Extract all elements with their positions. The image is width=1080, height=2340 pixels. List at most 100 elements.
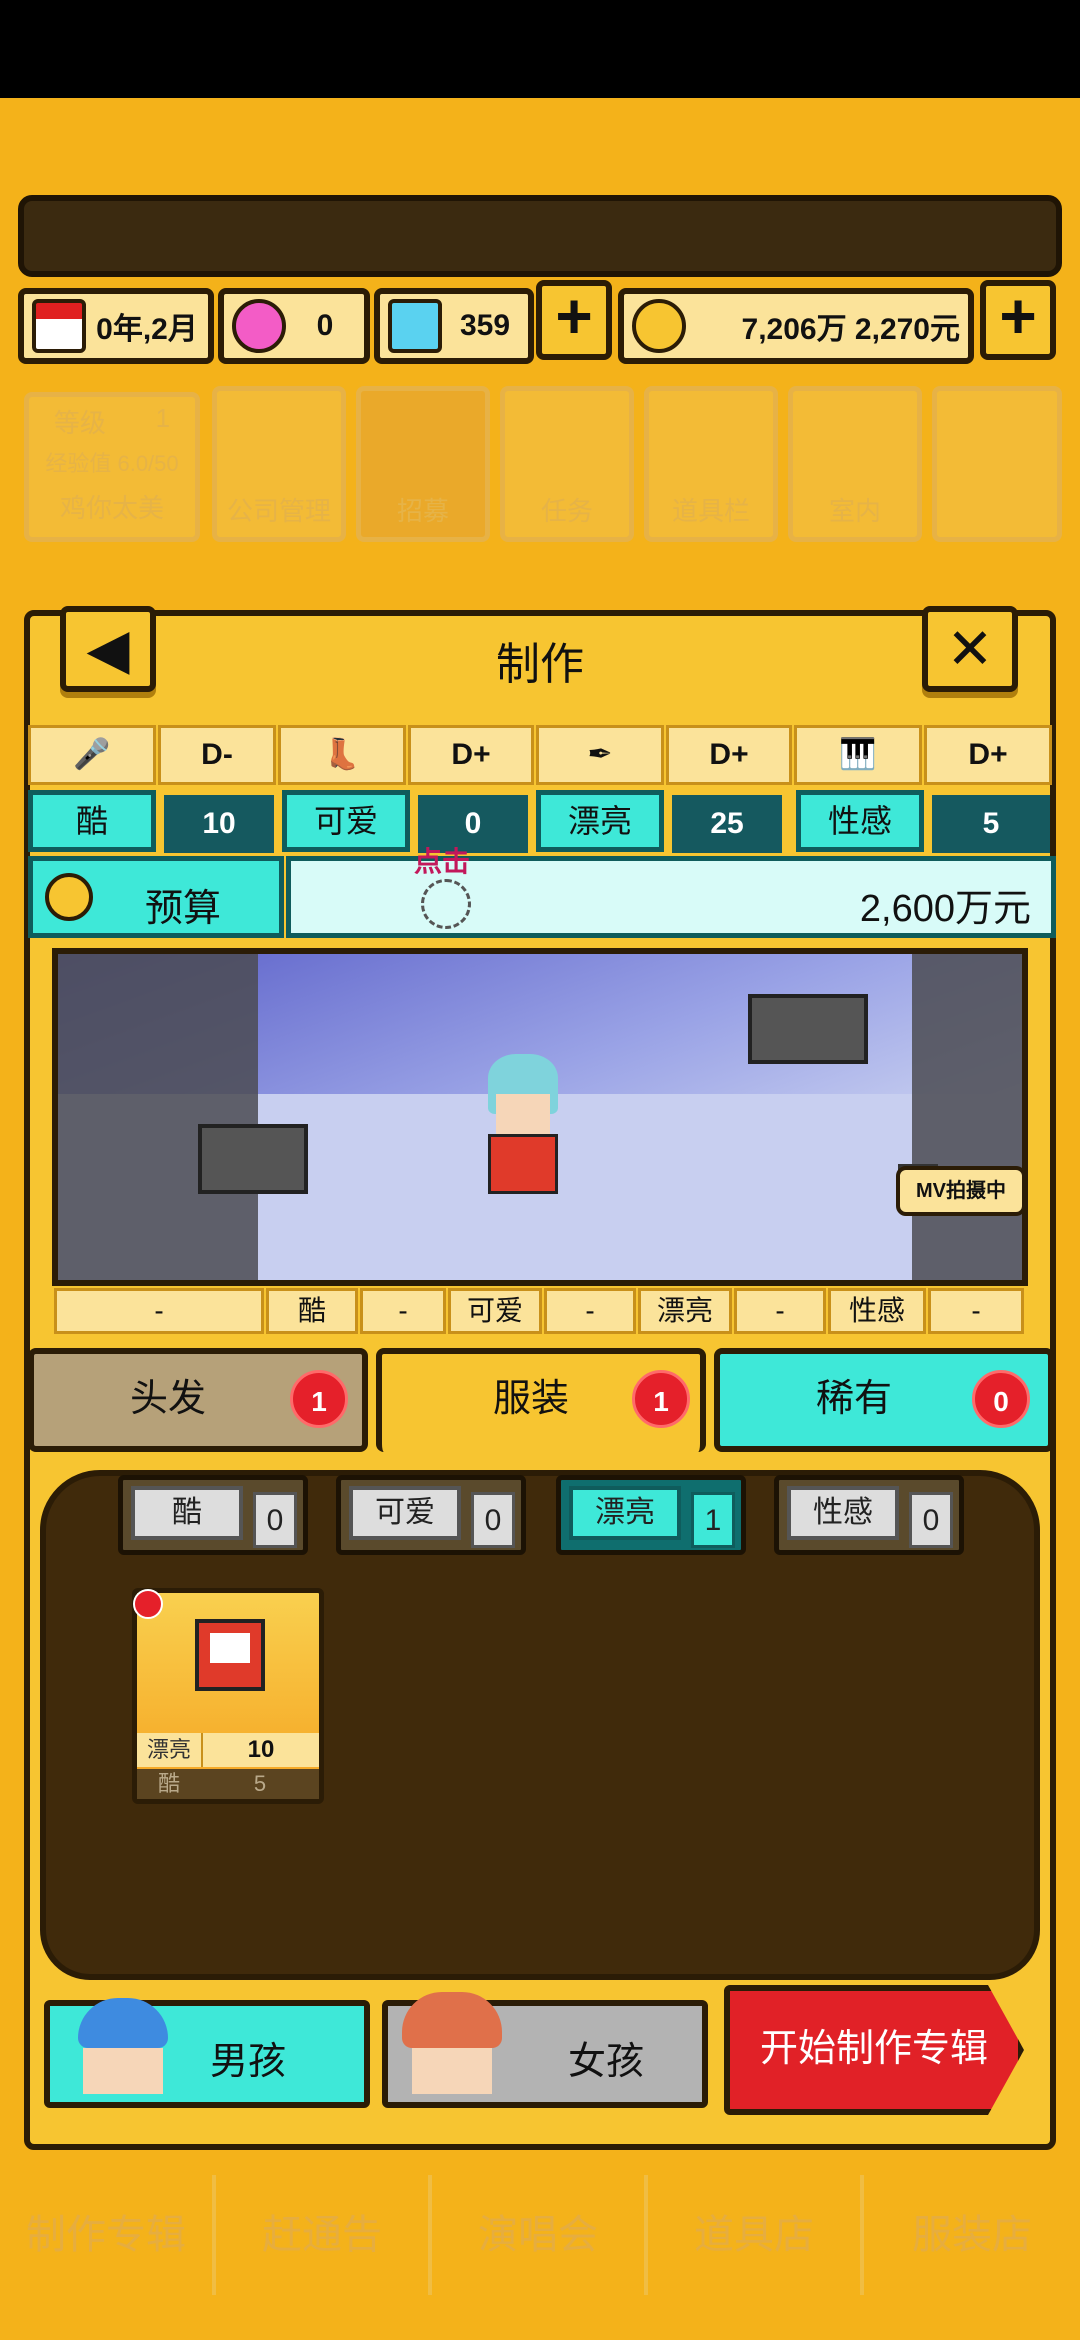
money-count: 7,206万 2,270元 [741,313,960,346]
tab-clothes-label: 服装 [492,1378,569,1420]
menu-label: 道具栏 [671,496,750,526]
filter-cool[interactable]: 酷 0 [118,1475,308,1555]
camera-icon [198,1124,308,1194]
nav-item: 赶通告 [216,2175,432,2295]
menu-label: 室内 [828,496,881,526]
diamond-display: 359 [374,288,534,364]
menu-recruit-ghost: 招募 [356,386,490,542]
mic-icon: 🎤 [28,725,156,785]
slot-item[interactable]: - [360,1288,446,1334]
grade-dance: D+ [408,725,534,785]
tap-hint: 点击 [414,846,471,877]
slot-item[interactable]: 酷 [266,1288,358,1334]
filter-cute[interactable]: 可爱 0 [336,1475,526,1555]
idol-character[interactable] [478,1054,568,1214]
slot-item[interactable]: - [928,1288,1024,1334]
menu-company-ghost: 公司管理 [212,386,346,542]
item-stat-row: 漂亮 10 [137,1733,319,1767]
budget-slider[interactable]: 2,600万元 [286,856,1056,938]
slot-item[interactable]: - [54,1288,264,1334]
date-text: 0年,2月 [96,313,198,346]
player-info-ghost: 等级 1 经验值 6.0/50 鸡你太美 [24,392,200,542]
calendar-icon [32,299,86,353]
menu-inventory-ghost: 道具栏 [644,386,778,542]
scaffold-left [58,954,258,1280]
budget-value: 2,600万元 [859,888,1031,930]
nav-item: 演唱会 [432,2175,648,2295]
player-name: 鸡你太美 [59,493,164,523]
boy-label: 男孩 [210,2041,287,2083]
budget-label-box: 预算 [28,856,284,938]
diamond-icon [388,299,442,353]
girl-label: 女孩 [568,2041,645,2083]
start-album-button[interactable]: 开始制作专辑 [724,1985,1024,2115]
outfit-icon [195,1619,265,1691]
diamond-count: 359 [459,309,511,342]
menu-label: 任务 [540,496,593,526]
nav-item: 道具店 [648,2175,864,2295]
camera-icon [748,994,868,1064]
filter-count: 1 [691,1492,735,1548]
stat-cool-value: 10 [164,795,274,853]
stat-sexy-value: 5 [932,795,1050,853]
budget-label: 预算 [144,888,221,930]
piano-icon: 🎹 [794,725,922,785]
tab-hair[interactable]: 头发 1 [28,1348,368,1452]
date-display: 0年,2月 [18,288,214,364]
slot-item[interactable]: 可爱 [448,1288,542,1334]
stat-cute-label: 可爱 [282,790,410,852]
level-value: 1 [155,403,171,433]
tab-rare-badge: 0 [972,1370,1030,1428]
outfit [488,1134,558,1194]
shoe-icon: 👢 [278,725,406,785]
slider-handle-icon[interactable] [421,879,471,929]
slot-item[interactable]: 漂亮 [638,1288,732,1334]
stat-sexy-label: 性感 [796,790,924,852]
tab-clothes[interactable]: 服装 1 [376,1348,706,1452]
close-button[interactable]: ✕ [922,606,1018,692]
money-display: 7,206万 2,270元 [618,288,974,364]
status-bar [0,0,1080,98]
mv-scene: MV拍摄中 [52,948,1028,1286]
menu-label: 招募 [396,496,449,526]
item-stat2-label: 酷 [157,1771,180,1796]
tab-hair-badge: 1 [290,1370,348,1428]
boy-button[interactable]: 男孩 [44,1998,370,2108]
scaffold-right [912,954,1022,1280]
item-card[interactable]: 漂亮 10 酷 5 [132,1588,324,1804]
filter-label: 漂亮 [569,1486,681,1540]
filter-count: 0 [909,1492,953,1548]
new-badge-icon [133,1589,163,1619]
filter-pretty[interactable]: 漂亮 1 [556,1475,746,1555]
pen-icon: ✒ [536,725,664,785]
filter-count: 0 [253,1492,297,1548]
mv-shooting-badge: MV拍摄中 [896,1166,1022,1216]
pink-gem-icon [232,299,286,353]
grade-music: D+ [924,725,1052,785]
menu-task-ghost: 任务 [500,386,634,542]
menu-label: 公司管理 [226,496,331,526]
back-button[interactable]: ◀ [60,606,156,692]
tab-clothes-badge: 1 [632,1370,690,1428]
slot-item[interactable]: - [544,1288,636,1334]
girl-button[interactable]: 女孩 [382,1992,708,2108]
grade-lyrics: D+ [666,725,792,785]
pink-gem-count: 0 [316,309,334,342]
boy-avatar-icon [78,1998,178,2098]
add-money-button[interactable]: + [980,280,1056,360]
item-stat1-label: 漂亮 [137,1733,203,1767]
nav-item: 服装店 [912,2213,1032,2257]
top-banner [18,195,1062,277]
tab-rare[interactable]: 稀有 0 [714,1348,1054,1452]
grade-vocal: D- [158,725,276,785]
girl-avatar-icon [402,1992,512,2102]
pink-gem-display: 0 [218,288,370,364]
slot-item[interactable]: - [734,1288,826,1334]
coin-icon [632,299,686,353]
tab-hair-label: 头发 [129,1378,206,1420]
filter-sexy[interactable]: 性感 0 [774,1475,964,1555]
slot-item[interactable]: 性感 [828,1288,926,1334]
add-diamond-button[interactable]: + [536,280,612,360]
stat-pretty-label: 漂亮 [536,790,664,852]
filter-label: 性感 [787,1486,899,1540]
